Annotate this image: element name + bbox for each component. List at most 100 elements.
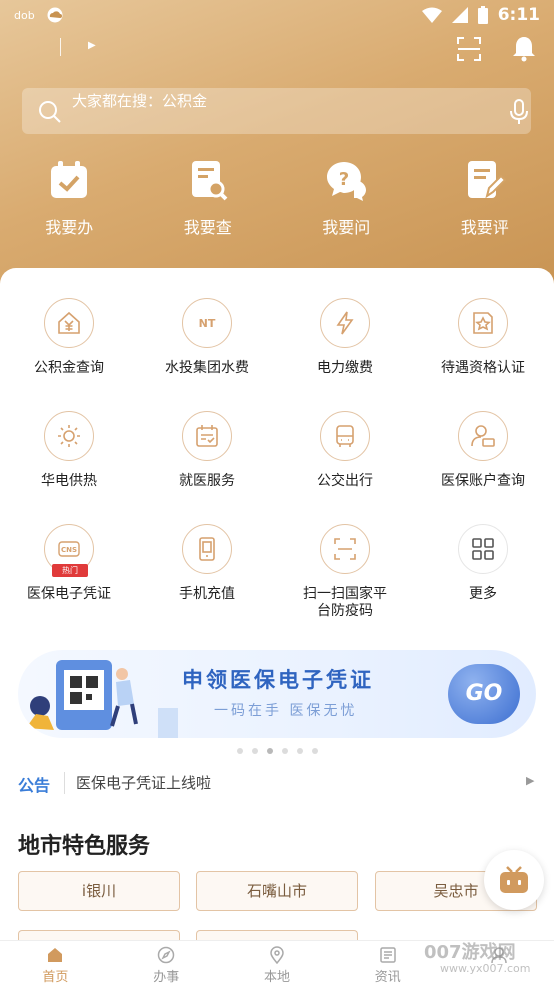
service-water-fee[interactable]: NT 水投集团水费 <box>138 298 276 377</box>
service-heating[interactable]: 华电供热 <box>0 411 138 490</box>
service-icon-circle <box>320 298 370 348</box>
calendar-check-icon <box>51 161 88 198</box>
service-icon-circle <box>44 298 94 348</box>
tab-label: 首页 <box>42 970 69 985</box>
search-bar[interactable]: 大家都在搜：公积金 <box>22 88 531 134</box>
service-electricity[interactable]: 电力缴费 <box>276 298 414 377</box>
pagination-dot-active[interactable] <box>266 748 273 754</box>
badge-star-icon <box>473 312 493 334</box>
banner-subtitle: 一码在手 医保无忧 <box>214 703 358 719</box>
edit-document-icon <box>467 161 507 199</box>
assistant-fab[interactable] <box>484 850 544 910</box>
service-benefit-cert[interactable]: 待遇资格认证 <box>414 298 552 377</box>
banner-pagination <box>0 748 554 754</box>
service-icon-circle <box>44 411 94 461</box>
banner-illustration <box>26 660 178 738</box>
search-placeholder: 大家都在搜：公积金 <box>72 92 208 110</box>
service-medical[interactable]: 就医服务 <box>138 411 276 490</box>
tab-services[interactable]: 办事 <box>111 941 222 986</box>
service-housing-fund[interactable]: 公积金查询 <box>0 298 138 377</box>
tab-home[interactable]: 首页 <box>0 941 111 986</box>
pagination-dot[interactable] <box>281 748 288 754</box>
service-label: 医保电子凭证 <box>27 586 111 602</box>
notice-bar[interactable]: 公告 医保电子凭证上线啦 ▶ <box>0 766 554 800</box>
tab-label: 资讯 <box>374 970 401 985</box>
location-icon <box>270 946 284 964</box>
go-button[interactable]: GO <box>448 664 520 724</box>
quick-action-query[interactable]: 我要查 <box>139 158 278 238</box>
bell-icon[interactable] <box>510 34 538 62</box>
compass-icon <box>157 946 175 964</box>
sun-icon <box>58 425 80 447</box>
medical-calendar-icon <box>196 425 218 447</box>
service-health-code[interactable]: 扫一扫国家平台防疫码 <box>276 524 414 620</box>
quick-action-rate[interactable]: 我要评 <box>416 158 554 238</box>
city-button[interactable]: i银川 <box>18 871 180 911</box>
quick-action-label: 我要办 <box>45 218 94 237</box>
quick-action-label: 我要问 <box>322 218 371 237</box>
service-icon-circle <box>458 411 508 461</box>
notice-divider <box>64 772 65 794</box>
question-chat-icon: ? <box>327 162 367 201</box>
service-label: 公交出行 <box>317 473 373 489</box>
search-icon <box>39 101 61 123</box>
document-search-icon <box>191 161 228 201</box>
bus-icon <box>336 425 354 447</box>
pagination-dot[interactable] <box>296 748 303 754</box>
scan-frame-icon <box>334 538 356 560</box>
service-label: 公积金查询 <box>34 360 104 376</box>
service-icon-circle <box>320 411 370 461</box>
cloud-icon <box>47 7 63 23</box>
tab-label: 本地 <box>263 970 290 985</box>
quick-action-label: 我要查 <box>183 218 232 237</box>
service-label: 华电供热 <box>41 473 97 489</box>
status-bar: dob 6:11 <box>0 0 554 30</box>
service-label: 待遇资格认证 <box>441 360 525 376</box>
pagination-dot[interactable] <box>236 748 243 754</box>
service-icon-circle: NT <box>182 298 232 348</box>
service-insurance-account[interactable]: 医保账户查询 <box>414 411 552 490</box>
home-icon <box>48 948 63 962</box>
service-label: 手机充值 <box>179 586 235 602</box>
notice-text: 医保电子凭证上线啦 <box>76 774 212 792</box>
svg-text:NT: NT <box>199 317 216 330</box>
service-icon-circle <box>182 524 232 574</box>
service-icon-circle <box>458 298 508 348</box>
quick-action-ask[interactable]: ? 我要问 <box>277 158 416 238</box>
quick-actions: 我要办 我要查 ? 我要问 我要评 <box>0 158 554 238</box>
pagination-dot[interactable] <box>251 748 258 754</box>
section-title: 地市特色服务 <box>18 833 151 859</box>
service-icon-circle <box>320 524 370 574</box>
top-bar: ▶ <box>0 30 554 70</box>
service-more[interactable]: 更多 <box>414 524 552 603</box>
microphone-icon[interactable] <box>508 99 530 125</box>
pagination-dot[interactable] <box>311 748 318 754</box>
play-icon[interactable]: ▶ <box>88 40 96 51</box>
service-bus[interactable]: 公交出行 <box>276 411 414 490</box>
battery-icon <box>477 6 488 24</box>
watermark-url: www.yx007.com <box>440 962 531 975</box>
city-button[interactable]: 石嘴山市 <box>196 871 358 911</box>
grid-more-icon <box>472 538 494 560</box>
status-app-label: dob <box>14 8 35 22</box>
quick-action-label: 我要评 <box>460 218 509 237</box>
phone-icon <box>199 537 215 561</box>
service-icon-circle: CNS 热门 <box>44 524 94 577</box>
service-label: 就医服务 <box>179 473 235 489</box>
tab-local[interactable]: 本地 <box>222 941 333 986</box>
wifi-icon <box>421 7 442 23</box>
service-phone-recharge[interactable]: 手机充值 <box>138 524 276 603</box>
service-label: 扫一扫国家平台防疫码 <box>303 586 387 619</box>
house-yuan-icon <box>58 311 80 334</box>
quick-action-handle[interactable]: 我要办 <box>0 158 139 238</box>
status-right: 6:11 <box>421 5 540 25</box>
signal-icon <box>451 7 468 23</box>
promo-banner[interactable]: 申领医保电子凭证 一码在手 医保无忧 GO <box>18 650 536 738</box>
cns-icon: CNS <box>58 541 80 557</box>
nt-logo-icon: NT <box>199 317 216 330</box>
notice-tag: 公告 <box>18 776 51 795</box>
status-time: 6:11 <box>497 5 540 25</box>
service-icon-circle <box>182 411 232 461</box>
scan-icon[interactable] <box>456 36 482 62</box>
service-insurance-voucher[interactable]: CNS 热门 医保电子凭证 <box>0 524 138 603</box>
